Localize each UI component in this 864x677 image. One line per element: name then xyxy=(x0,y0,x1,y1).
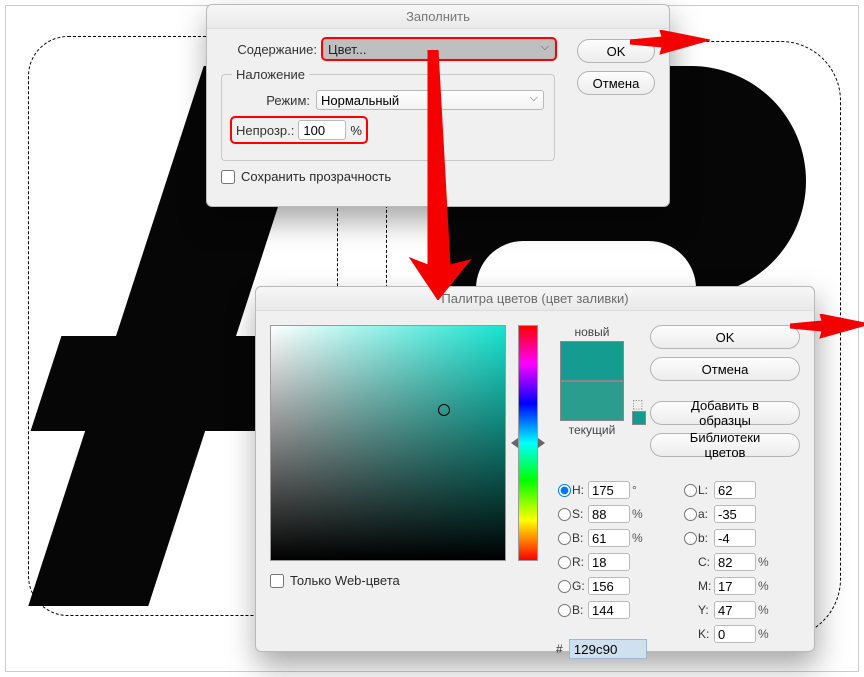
opacity-unit: % xyxy=(350,123,362,138)
radio-g[interactable] xyxy=(558,580,571,593)
c-input[interactable] xyxy=(714,553,756,571)
s-input[interactable] xyxy=(588,505,630,523)
content-label: Содержание: xyxy=(221,42,317,57)
m-input[interactable] xyxy=(714,577,756,595)
blending-group: Наложение Режим: Нормальный Непрозр.: % xyxy=(221,67,555,161)
hue-slider[interactable] xyxy=(518,325,538,561)
radio-a[interactable] xyxy=(684,508,697,521)
mode-select[interactable]: Нормальный xyxy=(316,90,544,110)
radio-b-hsb[interactable] xyxy=(558,532,571,545)
new-color-swatch xyxy=(560,341,624,381)
fill-dialog: Заполнить OK Отмена Содержание: Цвет... … xyxy=(206,4,670,207)
l-input[interactable] xyxy=(714,481,756,499)
cube-icon: ⬚ xyxy=(632,397,643,411)
sv-handle[interactable] xyxy=(438,404,450,416)
color-libraries-button[interactable]: Библиотеки цветов xyxy=(650,433,800,457)
color-values-grid: H: ° L: S: % a: B: % b: xyxy=(556,481,800,643)
radio-s[interactable] xyxy=(558,508,571,521)
current-color-label: текущий xyxy=(556,423,628,437)
fill-dialog-title: Заполнить xyxy=(207,5,669,29)
add-to-swatches-button[interactable]: Добавить в образцы xyxy=(650,401,800,425)
color-picker-dialog: Палитра цветов (цвет заливки) новый теку… xyxy=(255,286,815,652)
radio-r[interactable] xyxy=(558,556,571,569)
web-colors-checkbox[interactable]: Только Web-цвета xyxy=(270,573,400,588)
k-input[interactable] xyxy=(714,625,756,643)
current-color-swatch xyxy=(560,381,624,421)
h-input[interactable] xyxy=(588,481,630,499)
fill-ok-button[interactable]: OK xyxy=(577,39,655,63)
picker-ok-button[interactable]: OK xyxy=(650,325,800,349)
hex-input[interactable] xyxy=(569,639,647,659)
radio-b-rgb[interactable] xyxy=(558,604,571,617)
a-input[interactable] xyxy=(714,505,756,523)
new-color-label: новый xyxy=(556,325,628,339)
saturation-value-field[interactable] xyxy=(270,325,506,561)
g-input[interactable] xyxy=(588,577,630,595)
nearest-web-swatch[interactable] xyxy=(632,411,646,425)
mode-label: Режим: xyxy=(232,93,310,108)
radio-h[interactable] xyxy=(558,484,571,497)
preserve-transparency-checkbox[interactable]: Сохранить прозрачность xyxy=(221,169,391,184)
content-select[interactable]: Цвет... xyxy=(323,39,555,59)
picker-cancel-button[interactable]: Отмена xyxy=(650,357,800,381)
radio-b-lab[interactable] xyxy=(684,532,697,545)
picker-title: Палитра цветов (цвет заливки) xyxy=(256,287,814,311)
hex-prefix: # xyxy=(556,642,563,656)
r-input[interactable] xyxy=(588,553,630,571)
radio-l[interactable] xyxy=(684,484,697,497)
opacity-label: Непрозр.: xyxy=(236,123,294,138)
hue-handle-right[interactable] xyxy=(538,438,545,448)
y-input[interactable] xyxy=(714,601,756,619)
b-rgb-input[interactable] xyxy=(588,601,630,619)
fill-cancel-button[interactable]: Отмена xyxy=(577,71,655,95)
b-lab-input[interactable] xyxy=(714,529,756,547)
blending-legend: Наложение xyxy=(232,67,309,82)
b-hsb-input[interactable] xyxy=(588,529,630,547)
hue-handle-left[interactable] xyxy=(511,438,518,448)
opacity-input[interactable] xyxy=(298,120,346,140)
